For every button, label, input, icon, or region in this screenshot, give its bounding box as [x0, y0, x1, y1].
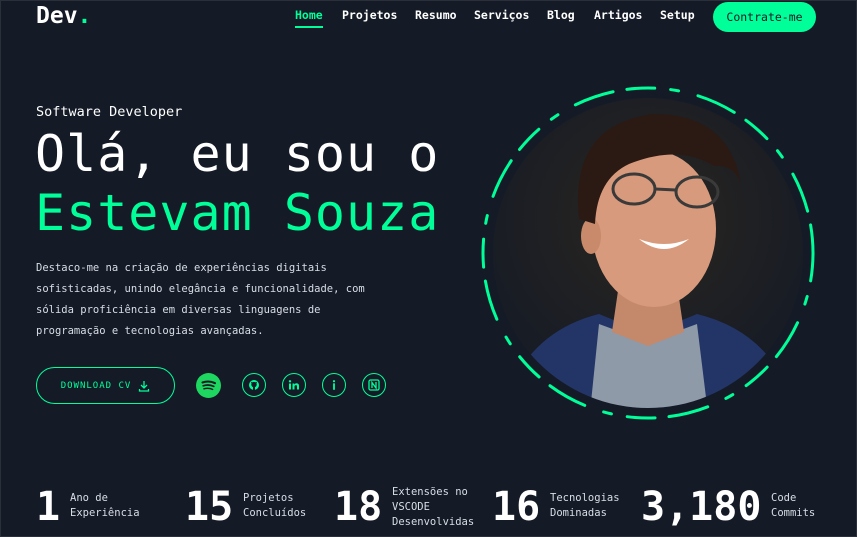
stat-label-line: Projetos — [243, 492, 294, 504]
stat-label: Tecnologias Dominadas — [550, 491, 620, 521]
description-line: sofisticadas, unindo elegância e funcion… — [36, 283, 365, 295]
stat-label: Extensões no VSCODE Desenvolvidas — [392, 485, 474, 530]
stat-label: Ano de Experiência — [70, 491, 140, 521]
hire-me-button[interactable]: Contrate-me — [713, 2, 816, 32]
profile-photo — [481, 86, 815, 420]
stat-label-line: Code — [771, 492, 797, 504]
download-icon — [139, 380, 150, 392]
stat-label: Code Commits — [771, 491, 815, 521]
logo-text: Dev — [36, 3, 78, 29]
hero-description: Destaco-me na criação de experiências di… — [36, 258, 376, 342]
greeting-heading: Olá, eu sou o — [35, 125, 440, 183]
download-cv-label: DOWNLOAD CV — [60, 380, 132, 391]
stat-label-line: Concluídos — [243, 507, 307, 519]
page: Dev. Home Projetos Resumo Serviços Blog … — [0, 0, 857, 537]
stat-number: 1 — [36, 484, 61, 530]
nav-item-artigos[interactable]: Artigos — [594, 8, 642, 22]
github-icon[interactable] — [242, 373, 266, 397]
stat-label-line: Extensões no — [392, 486, 468, 498]
stat-label-line: Tecnologias — [550, 492, 620, 504]
stat-label: Projetos Concluídos — [243, 491, 306, 521]
description-line: Destaco-me na criação de experiências di… — [36, 262, 327, 274]
stat-label-line: Desenvolvidas — [392, 516, 475, 528]
description-line: sólida proficiência em diversas linguage… — [36, 304, 321, 316]
notion-icon[interactable] — [362, 373, 386, 397]
stat-label-line: Experiência — [70, 507, 140, 519]
github-glyph-icon — [249, 380, 259, 390]
description-line: programação e tecnologias avançadas. — [36, 325, 264, 337]
nav-item-setup[interactable]: Setup — [660, 8, 695, 22]
stat-number: 3,180 — [641, 484, 762, 530]
stat-label-line: VSCODE — [392, 501, 430, 513]
stat-label-line: Commits — [771, 507, 816, 519]
linkedin-glyph-icon — [288, 380, 299, 390]
spotify-icon[interactable] — [196, 373, 221, 398]
nav-item-projetos[interactable]: Projetos — [342, 8, 397, 22]
logo-dot: . — [77, 3, 92, 29]
nav-item-servicos[interactable]: Serviços — [474, 8, 529, 22]
info-glyph-icon — [332, 380, 336, 390]
linkedin-icon[interactable] — [282, 373, 306, 397]
name-heading: Estevam Souza — [35, 184, 440, 242]
download-cv-button[interactable]: DOWNLOAD CV — [36, 367, 175, 404]
info-icon[interactable] — [322, 373, 346, 397]
stat-number: 16 — [492, 484, 541, 530]
stat-label-line: Ano de — [70, 492, 108, 504]
stat-label-line: Dominadas — [550, 507, 607, 519]
profile-photo-frame — [479, 84, 817, 422]
role-subtitle: Software Developer — [36, 104, 183, 120]
stat-number: 18 — [334, 484, 383, 530]
notion-glyph-icon — [368, 379, 380, 391]
nav-item-home[interactable]: Home — [295, 8, 323, 28]
nav-item-resumo[interactable]: Resumo — [415, 8, 457, 22]
stat-number: 15 — [185, 484, 234, 530]
logo[interactable]: Dev. — [36, 3, 91, 29]
spotify-logo-icon — [201, 380, 216, 391]
nav-item-blog[interactable]: Blog — [547, 8, 575, 22]
